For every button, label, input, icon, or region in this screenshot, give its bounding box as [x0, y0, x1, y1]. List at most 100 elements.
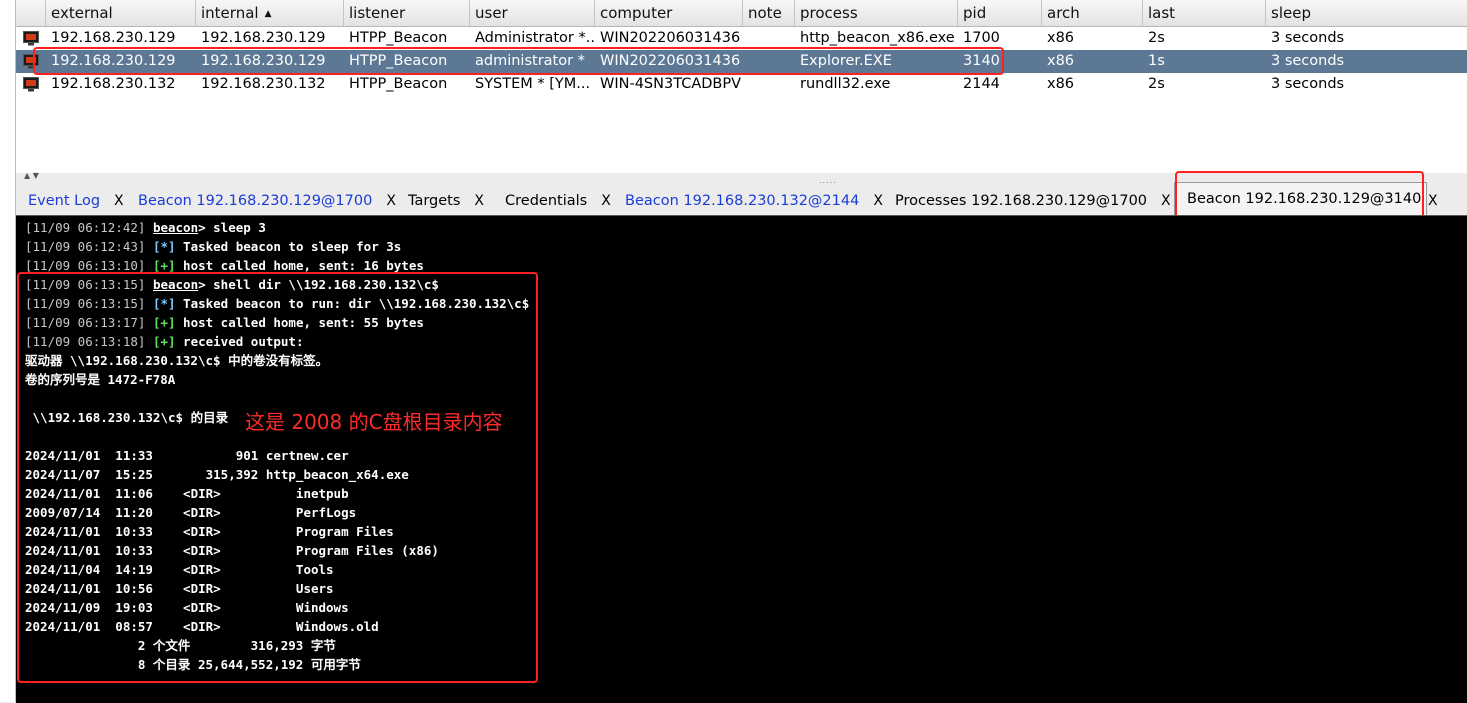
header-process-label: process	[800, 4, 858, 22]
cell-sleep: 3 seconds	[1271, 30, 1345, 46]
console-text: 2024/11/01 08:57 <DIR> Windows.old	[25, 619, 379, 634]
arrow-down-icon[interactable]: ▼	[33, 171, 39, 180]
cell-listener: HTPP_Beacon	[349, 30, 448, 46]
beacon-session-icon	[23, 31, 39, 46]
console-text: 2009/07/14 11:20 <DIR> PerfLogs	[25, 505, 357, 520]
tab-event-log[interactable]: Event Log X	[16, 185, 124, 215]
cell-internal: 192.168.230.129	[201, 53, 326, 69]
tab-bar: Event Log X Beacon 192.168.230.129@1700 X …	[16, 182, 1467, 216]
console-text: > shell dir \\192.168.230.132\c$	[198, 277, 439, 292]
cell-arch: x86	[1047, 76, 1075, 92]
console-text: 卷的序列号是 1472-F78A	[25, 372, 176, 387]
console-line: [11/09 06:12:43] [*] Tasked beacon to sl…	[25, 237, 401, 256]
cell-sleep: 3 seconds	[1271, 76, 1345, 92]
header-computer-label: computer	[600, 4, 673, 22]
header-note[interactable]: note	[743, 0, 795, 26]
tab-beacon-129-3140[interactable]: Beacon 192.168.230.129@3140	[1174, 182, 1427, 216]
cell-process: Explorer.EXE	[800, 53, 892, 69]
header-internal[interactable]: internal ▲	[196, 0, 344, 26]
tab-targets[interactable]: Targets X	[396, 185, 484, 215]
header-pid[interactable]: pid	[958, 0, 1042, 26]
console-line: 2024/11/04 14:19 <DIR> Tools	[25, 560, 334, 579]
header-process[interactable]: process	[795, 0, 958, 26]
console-timestamp: [11/09 06:13:15]	[25, 277, 146, 292]
console-text: 2024/11/01 11:06 <DIR> inetpub	[25, 486, 349, 501]
console-line: 8 个目录 25,644,552,192 可用字节	[25, 655, 361, 674]
cell-last: 2s	[1148, 30, 1165, 46]
cell-note	[743, 73, 795, 96]
annotation-text: 这是 2008 的C盘根目录内容	[245, 410, 503, 434]
tab-close-icon[interactable]: X	[1161, 193, 1171, 209]
table-row[interactable]: 192.168.230.129 192.168.230.129 HTPP_Beaco…	[16, 50, 1467, 73]
cell-note	[743, 50, 795, 73]
success-tag: [+]	[152, 258, 176, 273]
tab-close-icon[interactable]: X	[873, 193, 883, 209]
header-sleep[interactable]: sleep	[1266, 0, 1467, 26]
cell-listener: HTPP_Beacon	[349, 53, 448, 69]
console-text: 2024/11/01 11:33 901 certnew.cer	[25, 448, 349, 463]
console-line: 2024/11/01 10:56 <DIR> Users	[25, 579, 334, 598]
header-arch[interactable]: arch	[1042, 0, 1143, 26]
console-line: 2024/11/01 08:57 <DIR> Windows.old	[25, 617, 379, 636]
header-computer[interactable]: computer	[595, 0, 743, 26]
beacon-console[interactable]: [11/09 06:12:42] beacon> sleep 3 [11/09 0…	[16, 215, 1467, 703]
tab-label: Targets	[408, 193, 461, 209]
success-tag: [+]	[152, 334, 176, 349]
tab-close-icon[interactable]: X	[601, 193, 611, 209]
console-line: 2 个文件 316,293 字节	[25, 636, 336, 655]
tab-beacon-129-3140-close[interactable]: X	[1426, 185, 1438, 215]
console-prompt: beacon	[152, 220, 199, 235]
left-panel-edge	[0, 0, 16, 702]
tab-close-icon[interactable]: X	[114, 193, 124, 209]
header-sleep-label: sleep	[1271, 4, 1311, 22]
cell-computer: WIN202206031436	[600, 53, 741, 69]
tab-close-icon[interactable]: X	[386, 193, 396, 209]
console-timestamp: [11/09 06:13:10]	[25, 258, 146, 273]
console-line: 驱动器 \\192.168.230.132\c$ 中的卷没有标签。	[25, 351, 328, 370]
tab-close-icon[interactable]: X	[474, 193, 484, 209]
header-listener[interactable]: listener	[344, 0, 470, 26]
tab-credentials[interactable]: Credentials X	[493, 185, 611, 215]
tab-beacon-132-2144[interactable]: Beacon 192.168.230.132@2144 X	[613, 185, 883, 215]
console-timestamp: [11/09 06:13:18]	[25, 334, 146, 349]
tab-processes-129-1700[interactable]: Processes 192.168.230.129@1700 X	[883, 185, 1171, 215]
arrow-up-icon[interactable]: ▲	[24, 171, 30, 180]
console-text: host called home, sent: 16 bytes	[175, 258, 424, 273]
cell-pid: 3140	[963, 53, 1000, 69]
console-line: [11/09 06:13:10] [+] host called home, s…	[25, 256, 424, 275]
header-last[interactable]: last	[1143, 0, 1266, 26]
table-row[interactable]: 192.168.230.132 192.168.230.132 HTPP_Beaco…	[16, 73, 1467, 96]
console-line: 2024/11/01 10:33 <DIR> Program Files	[25, 522, 394, 541]
console-text: 2024/11/01 10:33 <DIR> Program Files	[25, 524, 394, 539]
cell-user: SYSTEM * [YM...	[475, 76, 591, 92]
tab-beacon-129-1700[interactable]: Beacon 192.168.230.129@1700 X	[126, 185, 396, 215]
header-icon-column[interactable]	[16, 0, 46, 26]
console-text: 2024/11/01 10:56 <DIR> Users	[25, 581, 334, 596]
console-timestamp: [11/09 06:13:15]	[25, 296, 146, 311]
header-external-label: external	[51, 4, 113, 22]
header-user-label: user	[475, 4, 508, 22]
splitter-collapse-arrows[interactable]: ▲ ▼	[24, 171, 39, 180]
console-line: [11/09 06:13:17] [+] host called home, s…	[25, 313, 424, 332]
cell-pid: 2144	[963, 76, 1000, 92]
console-text: 2024/11/09 19:03 <DIR> Windows	[25, 600, 349, 615]
header-user[interactable]: user	[470, 0, 595, 26]
console-text: received output:	[175, 334, 304, 349]
header-listener-label: listener	[349, 4, 406, 22]
cell-external: 192.168.230.129	[51, 30, 176, 46]
cell-user: Administrator *...	[475, 30, 595, 46]
splitter-grip-icon[interactable]: .....	[819, 176, 837, 185]
table-row[interactable]: 192.168.230.129 192.168.230.129 HTPP_Beaco…	[16, 27, 1467, 50]
console-text: 8 个目录 25,644,552,192 可用字节	[25, 657, 361, 672]
tab-close-icon[interactable]: X	[1428, 193, 1438, 209]
header-internal-label: internal	[201, 4, 259, 22]
console-line: [11/09 06:13:18] [+] received output:	[25, 332, 303, 351]
header-external[interactable]: external	[46, 0, 196, 26]
console-timestamp: [11/09 06:13:17]	[25, 315, 146, 330]
cell-internal: 192.168.230.132	[201, 76, 326, 92]
beacon-session-icon	[23, 54, 39, 69]
console-line: 2024/11/07 15:25 315,392 http_beacon_x64…	[25, 465, 409, 484]
info-tag: [*]	[152, 296, 176, 311]
success-tag: [+]	[152, 315, 176, 330]
sort-ascending-icon: ▲	[264, 9, 272, 19]
